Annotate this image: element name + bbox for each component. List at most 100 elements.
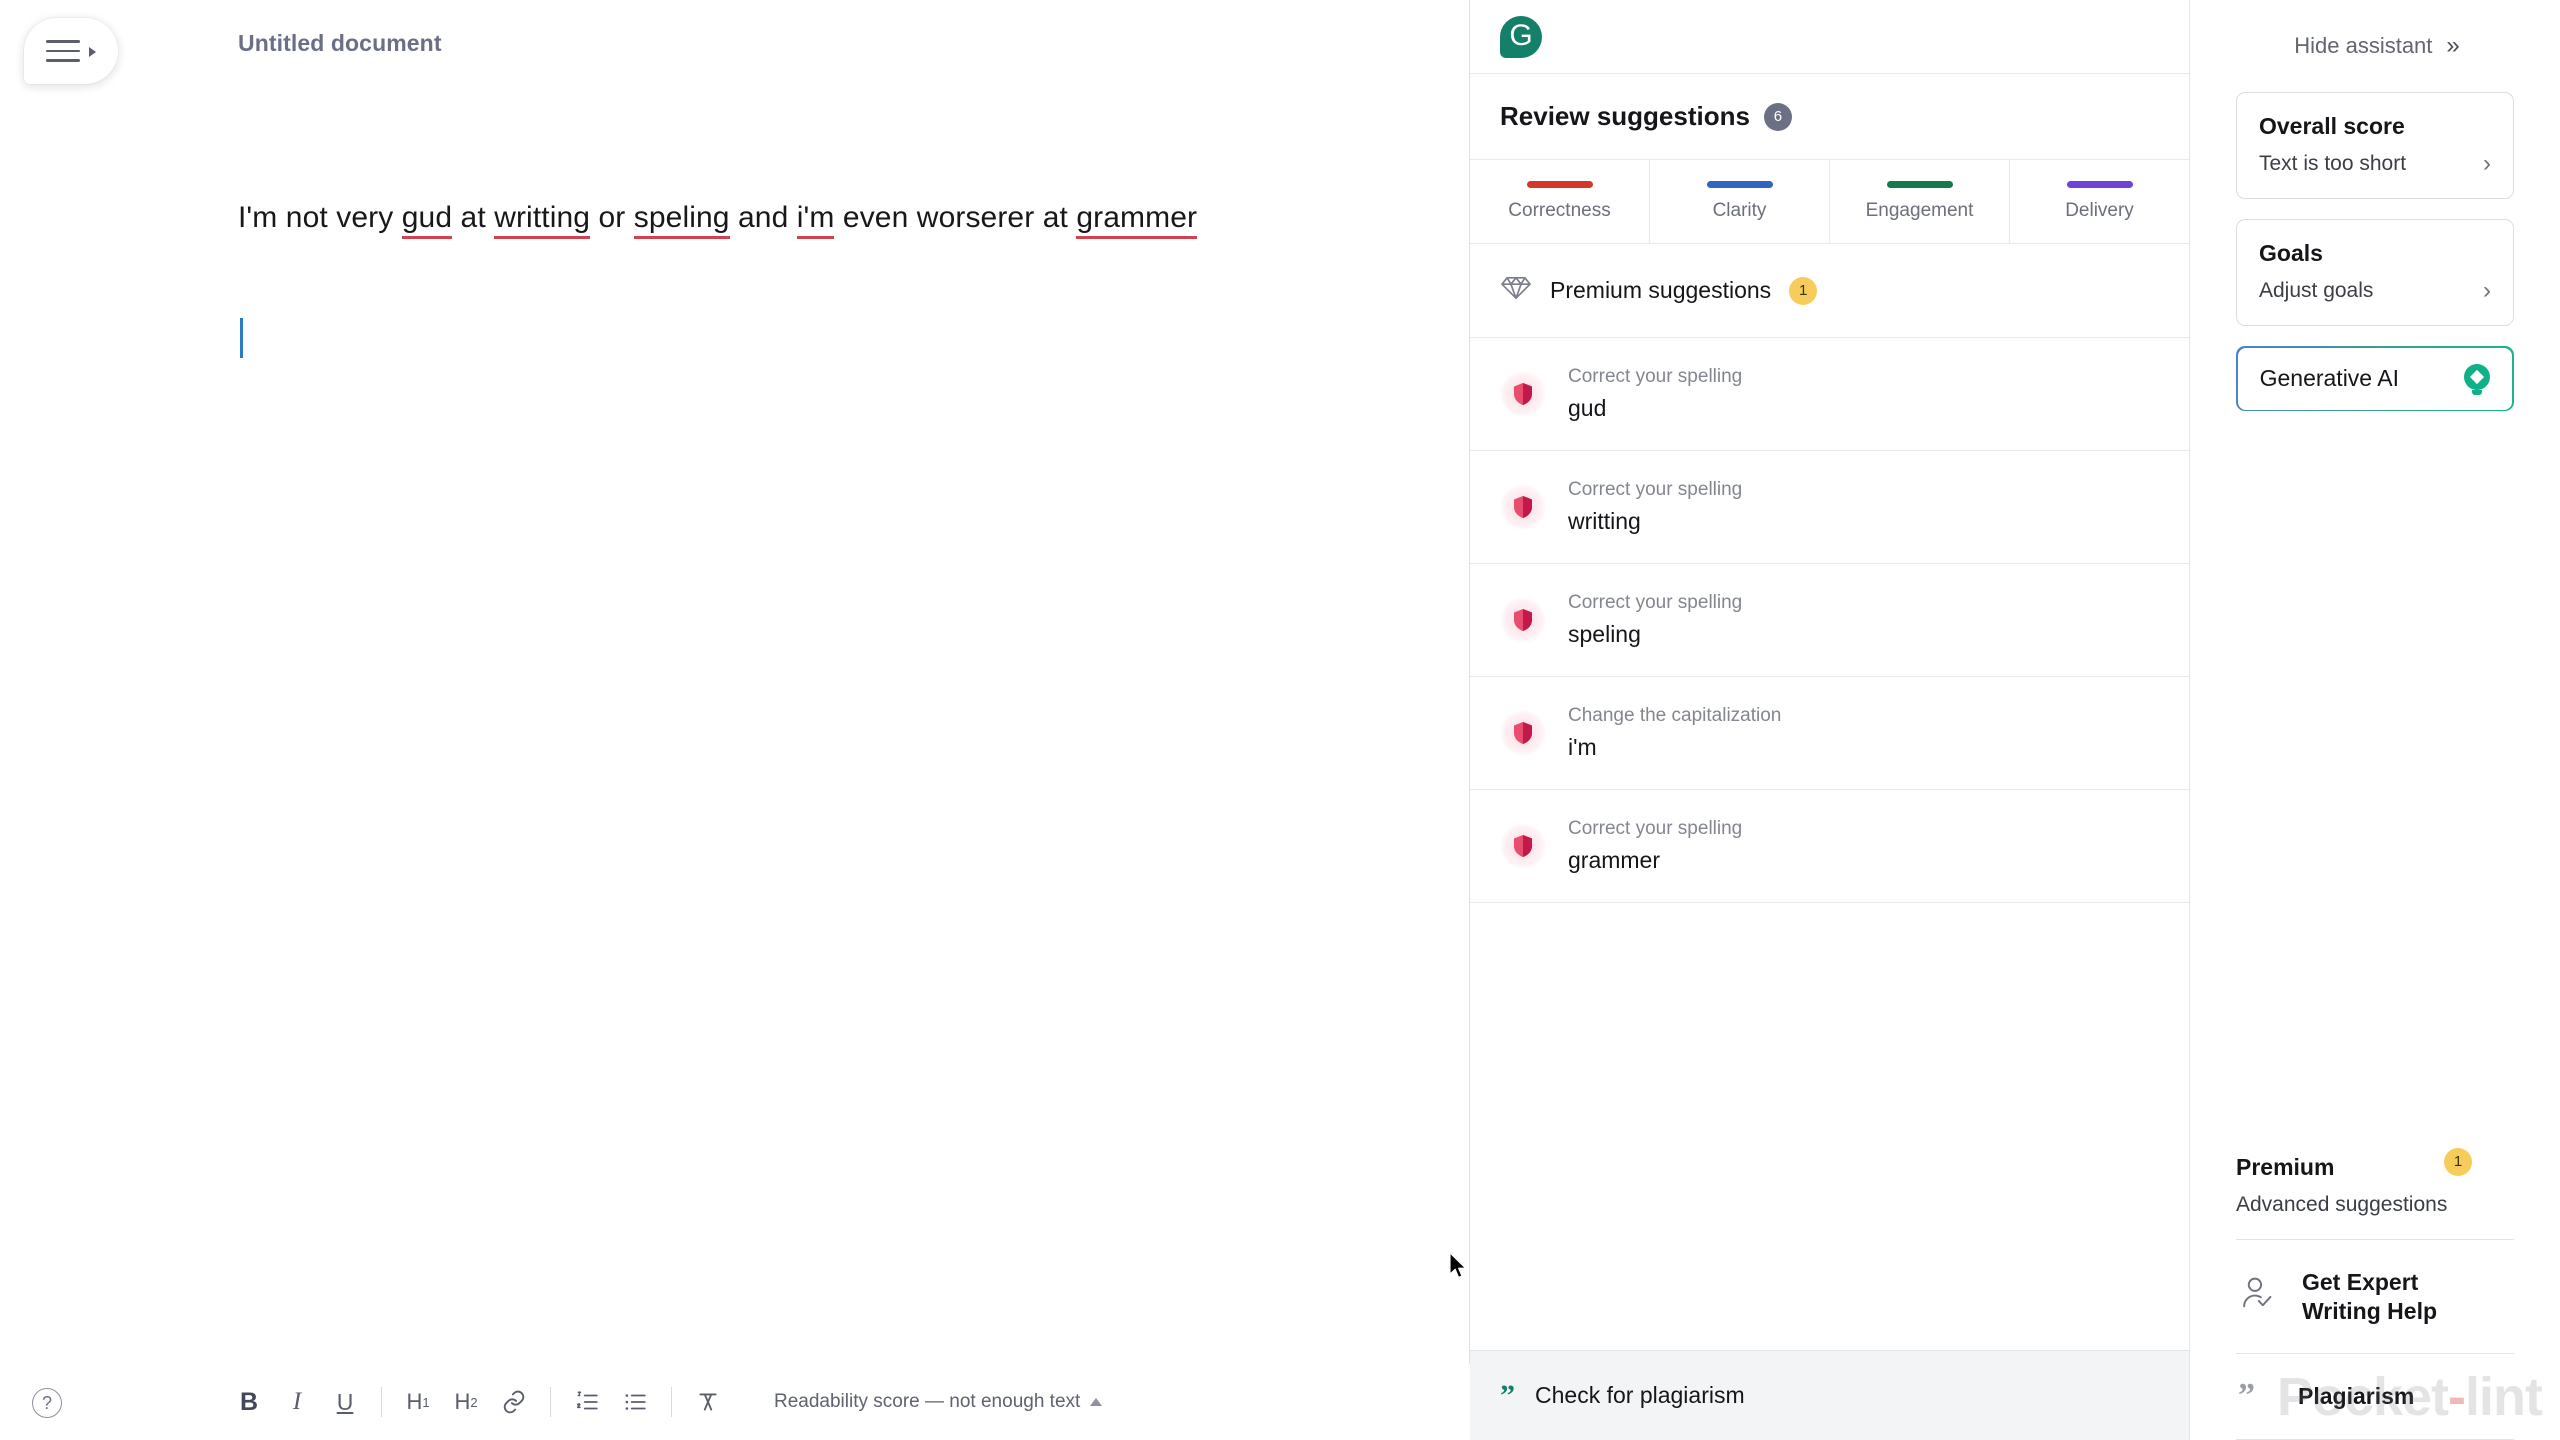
diamond-icon <box>1500 274 1532 307</box>
spelling-error[interactable]: grammer <box>1076 201 1198 239</box>
tab-delivery[interactable]: Delivery <box>2010 160 2189 243</box>
document-body[interactable]: I'm not very gud at writting or speling … <box>238 195 1349 241</box>
tab-label: Correctness <box>1508 200 1611 221</box>
text-caret <box>240 318 243 358</box>
tab-color-bar <box>1526 181 1593 188</box>
document-text-run: even worserer at <box>834 201 1077 234</box>
shield-icon <box>1500 823 1546 869</box>
get-expert-writing-help[interactable]: Get Expert Writing Help <box>2236 1240 2514 1355</box>
editor-pane: Untitled document I'm not very gud at wr… <box>0 0 1470 1440</box>
spelling-error[interactable]: speling <box>633 201 730 239</box>
generative-ai-card[interactable]: Generative AI <box>2236 346 2514 412</box>
premium-suggestions-row[interactable]: Premium suggestions 1 <box>1470 244 2189 338</box>
tab-correctness[interactable]: Correctness <box>1470 160 1650 243</box>
generative-ai-label: Generative AI <box>2259 365 2399 392</box>
suggestion-word: i'm <box>1568 734 1597 760</box>
spelling-error[interactable]: i'm <box>796 201 835 239</box>
readability-score[interactable]: Readability score — not enough text <box>774 1391 1103 1413</box>
suggestion-kind: Correct your spelling <box>1568 818 1743 839</box>
hide-assistant-label: Hide assistant <box>2294 33 2433 58</box>
chevron-double-right-icon: » <box>2446 32 2460 59</box>
shield-icon <box>1500 484 1546 530</box>
suggestion-card[interactable]: Correct your spelling writting <box>1470 451 2189 564</box>
premium-title: Premium <box>2236 1153 2335 1180</box>
bullet-list-icon[interactable] <box>611 1378 659 1426</box>
tab-color-bar <box>1886 181 1953 188</box>
suggestion-card[interactable]: Correct your spelling gud <box>1470 338 2189 451</box>
generative-ai-inner: Generative AI <box>2237 347 2513 410</box>
suggestion-word: writting <box>1568 508 1641 534</box>
premium-suggestions-label: Premium suggestions <box>1550 277 1772 303</box>
toolbar-divider <box>671 1387 672 1417</box>
toolbar-divider <box>381 1387 382 1417</box>
premium-badge: 1 <box>2444 1147 2472 1176</box>
document-text-run: at <box>452 201 495 234</box>
chevron-right-icon <box>89 46 96 57</box>
numbered-list-icon[interactable] <box>563 1378 611 1426</box>
document-text-line[interactable]: I'm not very gud at writting or speling … <box>238 195 1349 241</box>
logo-letter: G <box>1509 18 1533 52</box>
tab-label: Engagement <box>1865 200 1974 221</box>
document-title[interactable]: Untitled document <box>238 30 442 57</box>
suggestions-count-badge: 6 <box>1763 102 1792 131</box>
suggestion-card[interactable]: Correct your spelling grammer <box>1470 790 2189 903</box>
chevron-right-icon: › <box>2483 277 2491 304</box>
suggestion-card-list: Correct your spelling gud Correct your spe… <box>1470 338 2189 1350</box>
hamburger-lines <box>46 40 80 62</box>
suggestion-word: gud <box>1568 395 1607 421</box>
underline-button[interactable]: U <box>321 1378 369 1426</box>
format-group: B I U H1 H2 <box>225 1378 732 1426</box>
tab-color-bar <box>1706 181 1773 188</box>
premium-block[interactable]: 1 Premium Advanced suggestions <box>2236 1147 2514 1240</box>
goals-title: Goals <box>2259 240 2323 266</box>
premium-subtitle: Advanced suggestions <box>2236 1192 2448 1216</box>
quote-icon: ” <box>1500 1378 1515 1412</box>
grammarly-editor-app: Untitled document I'm not very gud at wr… <box>0 0 2560 1440</box>
hamburger-menu-icon[interactable] <box>24 18 118 84</box>
premium-suggestions-badge: 1 <box>1789 276 1818 305</box>
link-icon[interactable] <box>490 1378 538 1426</box>
get-expert-writing-help-label: Get Expert Writing Help <box>2302 1268 2438 1324</box>
suggestion-kind: Change the capitalization <box>1568 705 1782 726</box>
suggestion-category-tabs: Correctness Clarity Engagement Delivery <box>1470 160 2189 244</box>
suggestion-kind: Correct your spelling <box>1568 479 1743 500</box>
suggestion-card[interactable]: Correct your spelling speling <box>1470 564 2189 677</box>
editor-toolbar: ? B I U H1 H2 Readability score — not en… <box>0 1364 1470 1440</box>
suggestion-word: grammer <box>1568 847 1661 873</box>
person-check-icon <box>2238 1274 2278 1319</box>
plagiarism-label: Plagiarism <box>2298 1383 2415 1410</box>
overall-score-card[interactable]: Overall score Text is too short › <box>2236 92 2514 199</box>
heading2-button[interactable]: H2 <box>442 1378 490 1426</box>
help-icon[interactable]: ? <box>32 1388 62 1418</box>
assistant-sidebar: Hide assistant » Overall score Text is t… <box>2190 0 2560 1440</box>
plagiarism-link[interactable]: ” Plagiarism <box>2236 1354 2514 1440</box>
spelling-error[interactable]: writting <box>494 201 591 239</box>
grammarly-logo-icon[interactable]: G <box>1500 15 1542 58</box>
shield-icon <box>1500 371 1546 417</box>
tab-label: Clarity <box>1712 200 1767 221</box>
goals-subtitle: Adjust goals <box>2259 279 2374 302</box>
goals-card[interactable]: Goals Adjust goals › <box>2236 219 2514 326</box>
toolbar-divider <box>550 1387 551 1417</box>
clear-formatting-icon[interactable] <box>684 1378 732 1426</box>
tab-engagement[interactable]: Engagement <box>1830 160 2010 243</box>
suggestion-word: speling <box>1568 621 1641 647</box>
document-text-run: and <box>729 201 797 234</box>
italic-button[interactable]: I <box>273 1378 321 1426</box>
review-suggestions-header: Review suggestions 6 <box>1470 74 2189 160</box>
caret-up-icon <box>1090 1398 1103 1406</box>
tab-color-bar <box>2066 181 2133 188</box>
spelling-error[interactable]: gud <box>401 201 453 239</box>
check-plagiarism-button[interactable]: ” Check for plagiarism <box>1470 1350 2189 1440</box>
heading1-button[interactable]: H1 <box>394 1378 442 1426</box>
suggestion-card[interactable]: Change the capitalization i'm <box>1470 677 2189 790</box>
hide-assistant-button[interactable]: Hide assistant » <box>2236 0 2514 92</box>
tab-clarity[interactable]: Clarity <box>1650 160 1830 243</box>
panel-logo-row: G <box>1470 0 2189 74</box>
bold-button[interactable]: B <box>225 1378 273 1426</box>
suggestion-texts: Correct your spelling writting <box>1568 479 1742 535</box>
overall-score-subtitle: Text is too short <box>2259 152 2407 175</box>
panel-title: Review suggestions <box>1500 101 1750 131</box>
readability-label: Readability score — not enough text <box>774 1391 1081 1412</box>
